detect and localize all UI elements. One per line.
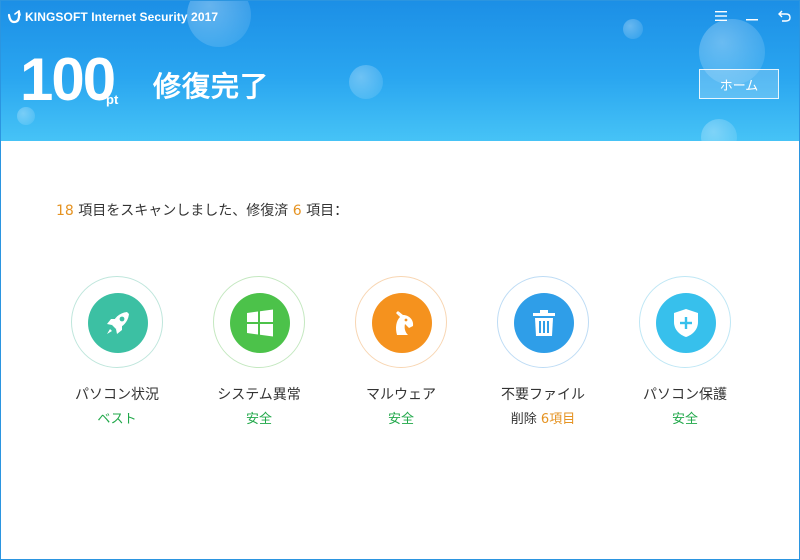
item-system-errors[interactable]: システム異常 安全 [189, 271, 329, 429]
decor-bubble [623, 19, 643, 39]
home-button[interactable]: ホーム [699, 69, 779, 99]
rocket-icon [107, 312, 129, 334]
item-ring [71, 276, 163, 368]
horse-head-icon [396, 311, 414, 335]
item-status-suffix: 項目 [549, 412, 576, 427]
scan-summary: 18 項目をスキャンしました、修復済 6 項目： [56, 200, 348, 220]
item-status: ベスト [97, 412, 137, 427]
menu-icon [715, 11, 727, 21]
item-status: 削除 6項目 [473, 411, 613, 429]
summary-text: 項目をスキャンしました、修復済 [73, 203, 293, 219]
header-banner: KINGSOFT Internet Security 2017 100 pt 修… [1, 1, 799, 141]
item-pc-protection[interactable]: パソコン保護 安全 [615, 271, 755, 429]
decor-bubble [349, 65, 383, 99]
item-icon-circle [88, 293, 148, 353]
item-label: パソコン状況 [75, 387, 159, 403]
shield-plus-icon [674, 309, 698, 337]
item-junk-files[interactable]: 不要ファイル 削除 6項目 [473, 271, 613, 429]
item-ring [213, 276, 305, 368]
item-pc-status[interactable]: パソコン状況 ベスト [47, 271, 187, 429]
item-icon-circle [230, 293, 290, 353]
menu-button[interactable] [713, 8, 729, 24]
app-title: KINGSOFT Internet Security 2017 [25, 10, 219, 24]
item-label: システム異常 [217, 387, 301, 403]
decor-bubble [701, 119, 737, 141]
summary-text-end: 項目： [301, 203, 349, 219]
item-status: 安全 [387, 412, 414, 427]
kingsoft-logo-icon [7, 10, 21, 24]
fixed-count: 6 [292, 203, 302, 219]
item-status-prefix: 削除 [510, 412, 541, 427]
score-unit: pt [106, 92, 119, 107]
item-status: 安全 [671, 412, 698, 427]
trash-icon [533, 310, 555, 336]
windows-logo-icon [247, 309, 273, 337]
item-ring [355, 276, 447, 368]
back-button[interactable] [776, 8, 792, 24]
item-label: パソコン保護 [643, 387, 727, 403]
minimize-button[interactable] [744, 8, 760, 24]
item-label: マルウェア [366, 387, 436, 403]
item-malware[interactable]: マルウェア 安全 [331, 271, 471, 429]
item-ring [639, 276, 731, 368]
item-label: 不要ファイル [501, 387, 585, 403]
back-icon [777, 10, 791, 22]
title-bar: KINGSOFT Internet Security 2017 [7, 7, 218, 27]
item-icon-circle [656, 293, 716, 353]
item-status: 安全 [245, 412, 272, 427]
repair-status: 修復完了 [153, 70, 270, 103]
item-icon-circle [372, 293, 432, 353]
item-ring [497, 276, 589, 368]
item-icon-circle [514, 293, 574, 353]
app-window: KINGSOFT Internet Security 2017 100 pt 修… [0, 0, 800, 560]
minimize-icon [746, 19, 758, 21]
item-status-count: 6 [540, 412, 550, 427]
scanned-count: 18 [56, 203, 74, 219]
security-score: 100 [20, 46, 116, 113]
